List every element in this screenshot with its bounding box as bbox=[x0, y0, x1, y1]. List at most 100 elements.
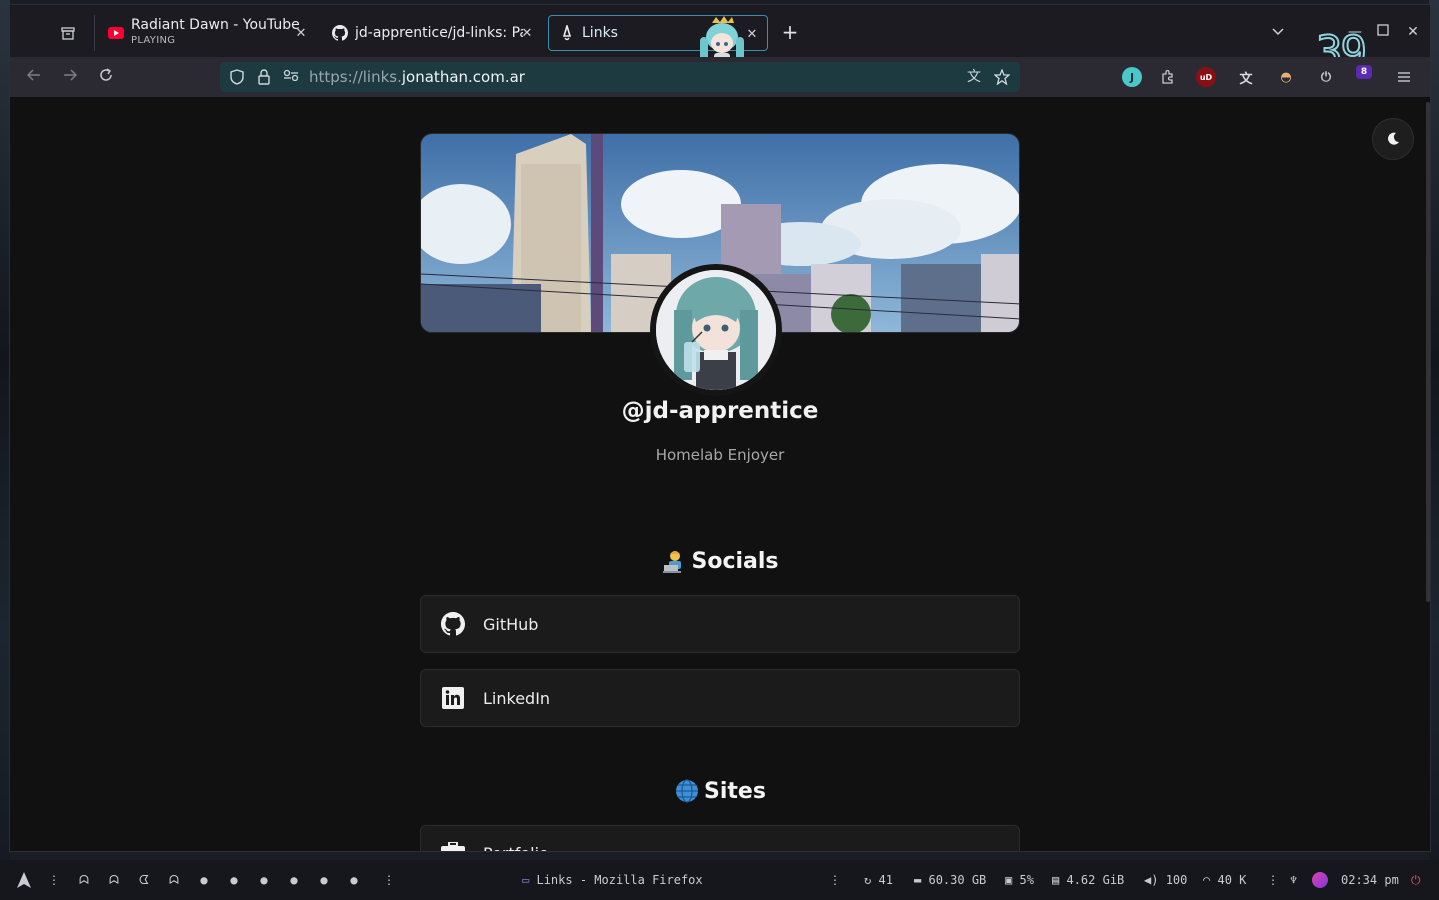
close-tab-icon[interactable]: ✕ bbox=[292, 24, 310, 42]
tab-title: Links bbox=[582, 25, 618, 41]
disk-icon: ▬ bbox=[914, 873, 922, 887]
workspace-dot-icon[interactable]: ● bbox=[318, 874, 330, 886]
ublock-origin-icon[interactable]: uD bbox=[1196, 67, 1216, 87]
tab-playing-label: PLAYING bbox=[131, 35, 176, 46]
firefox-tray-icon[interactable] bbox=[1312, 872, 1328, 888]
link-label: LinkedIn bbox=[483, 688, 551, 708]
active-window-title: Links - Mozilla Firefox bbox=[536, 873, 703, 887]
disk-module: ▬ 60.30 GB bbox=[914, 873, 987, 887]
link-label: GitHub bbox=[483, 614, 539, 634]
power-extension-icon[interactable]: ⏻ bbox=[1316, 67, 1336, 87]
page-scrollbar[interactable] bbox=[1426, 102, 1430, 602]
network-module[interactable]: ◠ 40 K bbox=[1203, 873, 1246, 887]
arrow-right-icon bbox=[64, 69, 78, 81]
profile-bio: Homelab Enjoyer bbox=[655, 446, 785, 464]
lock-icon[interactable] bbox=[256, 69, 272, 85]
theme-toggle-button[interactable] bbox=[1372, 118, 1414, 160]
volume-module[interactable]: ◀) 100 bbox=[1144, 873, 1187, 887]
moon-icon bbox=[1388, 132, 1399, 145]
link-card-github[interactable]: GitHub bbox=[420, 595, 1020, 653]
url-text[interactable]: https://links.jonathan.com.ar bbox=[309, 68, 525, 86]
speaker-icon: ◀) bbox=[1144, 873, 1159, 887]
memory-icon: ▤ bbox=[1052, 873, 1060, 887]
separator-dots-icon: ⋮ bbox=[829, 873, 841, 887]
archive-icon bbox=[61, 27, 75, 40]
cpu-module: ▣ 5% bbox=[1005, 873, 1034, 887]
close-tab-icon[interactable]: ✕ bbox=[518, 24, 536, 42]
github-icon bbox=[332, 25, 348, 41]
tab-bar: Radiant Dawn - YouTube PLAYING ✕ jd-appr… bbox=[10, 5, 1430, 79]
tab-separator bbox=[94, 15, 95, 51]
memory-module: ▤ 4.62 GiB bbox=[1052, 873, 1125, 887]
tracking-protection-shield-icon[interactable] bbox=[229, 69, 245, 85]
chevron-down-icon bbox=[1272, 28, 1284, 36]
minimize-button[interactable]: — bbox=[1346, 23, 1364, 41]
tray-app-icon[interactable]: ♆ bbox=[1290, 873, 1297, 887]
profile-extension-icon[interactable]: J bbox=[1122, 67, 1142, 87]
workspace-dot-icon[interactable]: ● bbox=[258, 874, 270, 886]
workspace-dot-icon[interactable]: ● bbox=[348, 874, 360, 886]
arrow-left-icon bbox=[26, 69, 40, 81]
launcher-icon[interactable] bbox=[16, 871, 32, 892]
firefox-window: Radiant Dawn - YouTube PLAYING ✕ jd-appr… bbox=[9, 4, 1431, 852]
tab-github[interactable]: jd-apprentice/jd-links: Pa ✕ bbox=[322, 15, 542, 51]
back-button[interactable] bbox=[24, 67, 44, 87]
workspace-dot-icon[interactable]: ● bbox=[228, 874, 240, 886]
sandwich-extension-icon[interactable]: ◓ bbox=[1276, 67, 1296, 87]
permissions-icon[interactable] bbox=[283, 69, 299, 85]
cpu-icon: ▣ bbox=[1005, 873, 1013, 887]
technologist-emoji-icon bbox=[661, 548, 687, 574]
navigation-toolbar: https://links.jonathan.com.ar 文 J uD 文 ◓… bbox=[10, 57, 1430, 98]
link-card-linkedin[interactable]: LinkedIn bbox=[420, 669, 1020, 727]
new-tab-button[interactable]: + bbox=[780, 22, 800, 43]
globe-emoji-icon bbox=[674, 778, 700, 804]
window-icon: ▭ bbox=[522, 873, 530, 887]
extension-badge[interactable]: 8 bbox=[1356, 65, 1372, 79]
tab-title: jd-apprentice/jd-links: Pa bbox=[355, 25, 523, 41]
separator-dots-icon: ⋮ bbox=[383, 873, 395, 887]
power-icon[interactable]: ⏻ bbox=[1411, 873, 1421, 888]
tab-youtube[interactable]: Radiant Dawn - YouTube PLAYING ✕ bbox=[98, 15, 316, 51]
web-page-content: @jd-apprentice Homelab Enjoyer Socials G… bbox=[10, 98, 1430, 851]
workspace-dot-icon[interactable]: ● bbox=[288, 874, 300, 886]
github-icon bbox=[441, 612, 465, 636]
dictionary-extension-icon[interactable]: 文 bbox=[1236, 67, 1256, 87]
updates-icon: ↻ bbox=[864, 873, 872, 887]
translate-icon[interactable]: 文 bbox=[966, 69, 982, 85]
app-menu-button[interactable] bbox=[1394, 67, 1414, 87]
tab-title: Radiant Dawn - YouTube bbox=[131, 18, 300, 33]
extensions-puzzle-icon[interactable] bbox=[1158, 67, 1178, 87]
section-title-text: Socials bbox=[691, 548, 779, 574]
profile-handle: @jd-apprentice bbox=[621, 398, 819, 424]
forward-button[interactable] bbox=[60, 67, 80, 87]
section-title-text: Sites bbox=[704, 778, 766, 804]
list-all-tabs-button[interactable] bbox=[1270, 23, 1288, 41]
reload-button[interactable] bbox=[96, 67, 116, 87]
address-bar[interactable]: https://links.jonathan.com.ar 文 bbox=[220, 62, 1020, 92]
separator-dots-icon: ⋮ bbox=[48, 873, 60, 887]
updates-module[interactable]: ↻ 41 bbox=[864, 873, 893, 887]
workspace-ghost-icon[interactable]: ᗣ bbox=[168, 874, 180, 886]
bookmark-star-icon[interactable] bbox=[993, 68, 1011, 86]
workspace-ghost-icon[interactable]: ᗣ bbox=[78, 874, 90, 886]
profile-avatar bbox=[650, 264, 782, 396]
linkedin-icon bbox=[441, 686, 465, 710]
wifi-icon: ◠ bbox=[1203, 873, 1211, 887]
link-card-portfolio[interactable]: Portfolio bbox=[420, 825, 1020, 851]
firefox-view-button[interactable] bbox=[58, 23, 78, 43]
hamburger-icon bbox=[1398, 72, 1410, 82]
youtube-icon bbox=[108, 25, 124, 41]
section-title-sites: Sites bbox=[420, 778, 1020, 804]
workspace-ghost-icon[interactable]: ᗣ bbox=[108, 874, 120, 886]
astro-icon bbox=[559, 25, 575, 41]
workspace-dot-icon[interactable]: ● bbox=[198, 874, 210, 886]
close-window-button[interactable]: ✕ bbox=[1404, 23, 1422, 41]
separator-dots-icon: ⋮ bbox=[1267, 873, 1279, 887]
reload-icon bbox=[100, 68, 112, 81]
workspace-pacman-icon[interactable]: ᗧ bbox=[138, 874, 150, 886]
maximize-button[interactable] bbox=[1374, 23, 1392, 41]
clock[interactable]: 02:34 pm bbox=[1341, 873, 1399, 887]
maximize-icon bbox=[1377, 24, 1389, 36]
active-window[interactable]: ▭ Links - Mozilla Firefox bbox=[522, 873, 703, 887]
system-taskbar: ⋮ ᗣ ᗣ ᗧ ᗣ ● ● ● ● ● ● ⋮ ▭ Links - Mozill… bbox=[0, 860, 1439, 900]
